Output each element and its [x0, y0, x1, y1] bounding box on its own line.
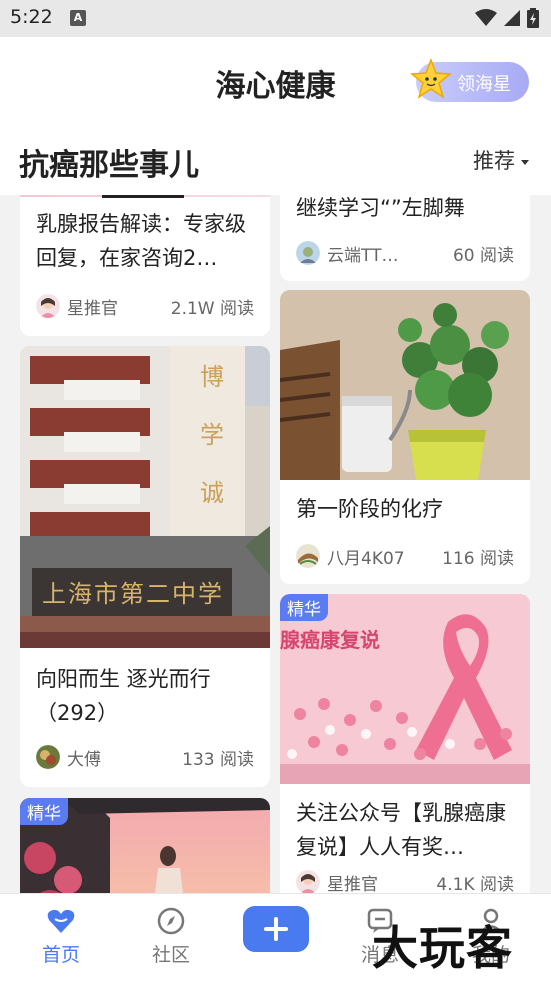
- post-image: [280, 290, 530, 480]
- compass-icon: [157, 907, 185, 935]
- image-headline: 腺癌康复说: [280, 628, 380, 652]
- post-image: 上海市第二中学 博学诚: [20, 346, 270, 648]
- avatar: [296, 544, 320, 568]
- school-motto-text: 博学诚: [200, 363, 224, 507]
- status-time: 5:22: [10, 6, 53, 28]
- caret-down-icon: [521, 159, 529, 165]
- publish-button[interactable]: [243, 906, 309, 952]
- author-name: 八月4K07: [327, 548, 405, 569]
- post-card[interactable]: 乳腺报告解读：专家级回复，在家咨询2… 星推官 2.1W 阅读: [20, 195, 270, 336]
- avatar: [296, 241, 320, 265]
- section-title: 抗癌那些事儿: [19, 148, 199, 183]
- tab-label: 社区: [151, 944, 190, 966]
- post-card[interactable]: 第一阶段的化疗 八月4K07 116 阅读: [280, 290, 530, 584]
- avatar: [36, 294, 60, 318]
- post-card[interactable]: 继续学习“”左脚舞 云端TT… 60 阅读: [280, 195, 530, 281]
- tab-label: 首页: [41, 944, 80, 966]
- battery-icon: [527, 8, 539, 28]
- post-meta: 云端TT… 60 阅读: [296, 239, 514, 267]
- image-divider: [102, 195, 184, 198]
- read-count: 133 阅读: [182, 749, 254, 770]
- school-sign-text: 上海市第二中学: [42, 580, 224, 608]
- post-card[interactable]: 精华: [20, 798, 270, 893]
- post-title: 第一阶段的化疗: [296, 497, 443, 521]
- signal-icon: [504, 10, 520, 26]
- post-meta: 大傅 133 阅读: [36, 743, 254, 771]
- claim-star-label: 领海星: [457, 74, 511, 95]
- pink-ribbon-illustration: [280, 594, 530, 784]
- avatar: [36, 745, 60, 769]
- section-bar: 抗癌那些事儿 推荐: [0, 125, 551, 195]
- post-title: 继续学习“”左脚舞: [296, 196, 465, 220]
- post-image: 腺癌康复说: [280, 594, 530, 784]
- app-header: 海心健康 领海星: [0, 37, 551, 125]
- read-count: 116 阅读: [442, 548, 514, 569]
- notification-icon: A: [70, 10, 86, 26]
- star-mascot-icon: [410, 58, 452, 99]
- author-name: 大傅: [67, 749, 101, 770]
- post-card[interactable]: 腺癌康复说 精华 关注公众号【乳腺癌康复说】人人有奖… 星推官 4.1K 阅读: [280, 594, 530, 893]
- post-title: 向阳而生 逐光而行（292）: [36, 667, 211, 725]
- post-feed[interactable]: 乳腺报告解读：专家级回复，在家咨询2… 星推官 2.1W 阅读 上海市第二中学 …: [0, 195, 551, 893]
- author-name: 星推官: [327, 874, 378, 894]
- post-card[interactable]: 上海市第二中学 博学诚 向阳而生 逐光而行（292） 大傅 133 阅读: [20, 346, 270, 787]
- featured-badge: 精华: [20, 798, 68, 825]
- status-icons: [475, 8, 539, 28]
- avatar: [296, 870, 320, 893]
- tab-community[interactable]: 社区: [126, 894, 216, 981]
- post-meta: 八月4K07 116 阅读: [296, 542, 514, 570]
- read-count: 60 阅读: [452, 245, 514, 266]
- potted-plant-illustration: [280, 290, 530, 480]
- author-name: 云端TT…: [327, 245, 399, 266]
- author-name: 星推官: [67, 298, 118, 319]
- status-bar: 5:22 A: [0, 0, 551, 37]
- featured-badge: 精华: [280, 594, 328, 621]
- heart-icon: [47, 909, 75, 933]
- post-title: 乳腺报告解读：专家级回复，在家咨询2…: [36, 212, 246, 270]
- claim-star-button[interactable]: 领海星: [410, 58, 529, 102]
- sort-label: 推荐: [473, 149, 515, 173]
- read-count: 4.1K 阅读: [436, 874, 514, 894]
- wifi-icon: [475, 9, 497, 26]
- read-count: 2.1W 阅读: [170, 298, 254, 319]
- sort-dropdown[interactable]: 推荐: [473, 145, 529, 175]
- tab-home[interactable]: 首页: [16, 894, 106, 981]
- watermark: 大玩客: [372, 921, 513, 975]
- post-title: 关注公众号【乳腺癌康复说】人人有奖…: [296, 801, 506, 859]
- post-meta: 星推官 4.1K 阅读: [296, 868, 514, 893]
- plus-icon: [264, 917, 288, 941]
- post-meta: 星推官 2.1W 阅读: [36, 292, 254, 320]
